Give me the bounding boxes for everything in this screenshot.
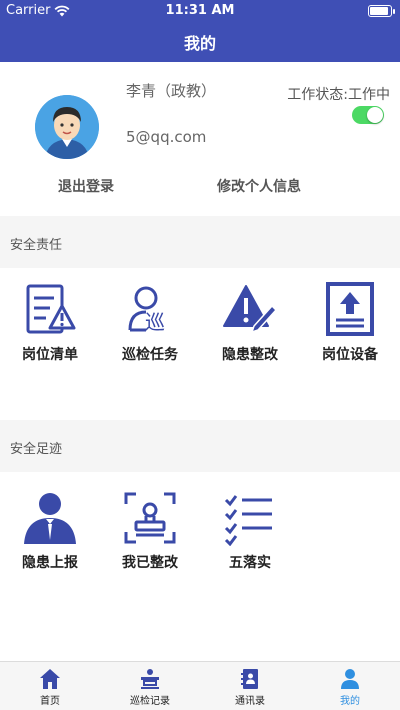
grid-item-post-equipment[interactable]: 岗位设备: [300, 282, 400, 364]
work-status-toggle[interactable]: [352, 106, 384, 124]
tab-label: 通讯录: [235, 696, 265, 707]
grid-item-post-list[interactable]: 岗位清单: [0, 282, 100, 364]
clock: 11:31 AM: [165, 3, 235, 18]
grid-item-hazard-rectify[interactable]: 隐患整改: [200, 282, 300, 364]
top-bar: Carrier 11:31 AM 我的: [0, 0, 400, 62]
tab-label: 首页: [40, 696, 60, 707]
warning-edit-icon: [223, 285, 278, 334]
logout-button[interactable]: 退出登录: [58, 176, 114, 196]
edit-profile-button[interactable]: 修改个人信息: [217, 176, 301, 196]
tab-label: 巡检记录: [130, 696, 170, 707]
grid-item-label: 隐患整改: [222, 347, 278, 363]
status-bar: Carrier 11:31 AM: [0, 0, 400, 22]
user-name: 李青（政教）: [126, 82, 217, 100]
grid-item-label: 隐患上报: [22, 555, 78, 571]
check-list-icon: [224, 495, 272, 546]
grid-item-rectified[interactable]: 我已整改: [100, 490, 200, 572]
page-title: 我的: [183, 34, 216, 53]
home-icon: [40, 669, 60, 689]
grid-item-inspection-task[interactable]: 巡 巡检任务: [100, 282, 200, 364]
grid-item-label: 巡检任务: [122, 347, 178, 363]
tab-home[interactable]: 首页: [0, 662, 100, 710]
battery-icon: [368, 5, 395, 17]
upload-board-icon: [326, 282, 374, 336]
stamp-frame-icon: [124, 492, 176, 544]
tab-bar: 首页 巡检记录 通讯录 我的: [0, 661, 400, 710]
checklist-warning-icon: [26, 284, 76, 334]
svg-text:巡: 巡: [145, 310, 165, 334]
inspector-icon: 巡: [128, 286, 165, 334]
tab-mine[interactable]: 我的: [300, 662, 400, 710]
grid-item-label: 岗位清单: [22, 347, 78, 363]
user-email: 5@qq.com: [126, 128, 207, 146]
user-icon: [341, 669, 359, 689]
toggle-knob: [367, 107, 383, 123]
grid-item-label: 岗位设备: [322, 347, 378, 363]
grid-item-five-implement[interactable]: 五落实: [200, 490, 300, 572]
grid-item-label: 我已整改: [122, 555, 178, 571]
tab-inspection-record[interactable]: 巡检记录: [100, 662, 200, 710]
tab-contacts[interactable]: 通讯录: [200, 662, 300, 710]
person-report-icon: [24, 493, 76, 544]
section-header-safety-duty: 安全责任: [0, 216, 400, 268]
inspection-record-icon: [141, 669, 159, 689]
section-title: 安全足迹: [10, 442, 63, 457]
grid-item-label: 五落实: [229, 555, 271, 571]
avatar-image: [35, 95, 99, 159]
tab-label: 我的: [340, 696, 360, 707]
work-status-label: 工作状态:工作中: [287, 87, 390, 103]
section-header-safety-trace: 安全足迹: [0, 420, 400, 472]
avatar[interactable]: [35, 95, 99, 159]
section-title: 安全责任: [10, 238, 63, 253]
contacts-icon: [241, 669, 258, 689]
grid-item-hazard-report[interactable]: 隐患上报: [0, 490, 100, 572]
